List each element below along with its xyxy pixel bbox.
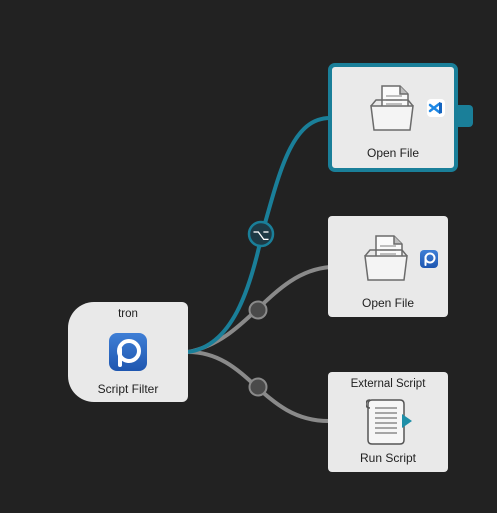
connection-node-handle[interactable] (248, 377, 268, 397)
node-type-label: Run Script (359, 451, 417, 465)
open-file-tron-node[interactable]: Open File (328, 216, 448, 317)
connection-node-handle[interactable] (248, 300, 268, 320)
output-port[interactable] (456, 105, 473, 127)
open-file-icon (370, 85, 414, 131)
open-file-vscode-node[interactable]: Open File (328, 63, 458, 172)
run-script-node[interactable]: External Script Run Script (328, 372, 448, 472)
tron-app-icon (109, 333, 147, 371)
tron-app-icon (420, 250, 438, 268)
modifier-badge[interactable]: ⌥ (247, 220, 275, 248)
option-key-icon: ⌥ (252, 226, 269, 244)
open-file-icon (364, 235, 408, 281)
script-filter-node[interactable]: tron Script Filter (68, 302, 188, 402)
vscode-icon (427, 99, 445, 117)
node-title: External Script (350, 378, 426, 390)
node-type-label: Open File (361, 296, 415, 310)
keyword-label: tron (118, 308, 138, 320)
node-type-label: Open File (366, 146, 420, 160)
node-type-label: Script Filter (97, 382, 159, 396)
run-script-icon (366, 399, 412, 445)
